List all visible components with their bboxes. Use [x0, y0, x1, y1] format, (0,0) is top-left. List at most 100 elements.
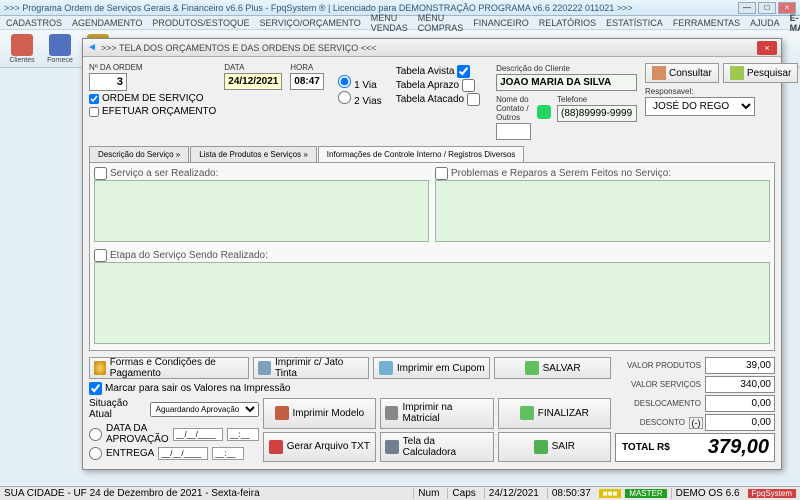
radio-entrega[interactable]: [89, 447, 102, 460]
bottom-section: Formas e Condições de Pagamento Imprimir…: [89, 357, 775, 462]
app-title: >>> Programa Ordem de Serviços Gerais & …: [4, 3, 738, 13]
minimize-button[interactable]: —: [738, 2, 756, 14]
date-label: DATA: [224, 63, 282, 72]
order-dialog: ◄ >>> TELA DOS ORÇAMENTOS E DAS ORDENS D…: [82, 38, 782, 470]
data-aprov-input[interactable]: [173, 428, 223, 441]
menu-cadastros[interactable]: CADASTROS: [6, 18, 62, 28]
menu-vendas[interactable]: MENU VENDAS: [371, 13, 408, 33]
exit-icon: [534, 440, 548, 454]
imprimir-cupom-button[interactable]: Imprimir em Cupom: [373, 357, 490, 379]
window-buttons: — □ ×: [738, 2, 796, 14]
tab-descricao[interactable]: Descrição do Serviço »: [89, 146, 189, 162]
tab-panel: Serviço a ser Realizado: Problemas e Rep…: [89, 163, 775, 351]
menu-email[interactable]: E-MAIL: [790, 13, 800, 33]
whatsapp-icon[interactable]: [537, 105, 551, 119]
tabs: Descrição do Serviço » Lista de Produtos…: [89, 146, 775, 163]
time-input[interactable]: [290, 73, 324, 90]
total-value: 379,00: [674, 436, 772, 459]
contact-label: Nome do Contato / Outros: [496, 95, 531, 122]
data-entrega-input[interactable]: [158, 447, 208, 460]
menu-servico[interactable]: SERVIÇO/ORÇAMENTO: [260, 18, 361, 28]
salvar-button[interactable]: SALVAR: [494, 357, 611, 379]
hora-entrega-input[interactable]: [212, 447, 244, 460]
consultar-button[interactable]: Consultar: [645, 63, 719, 83]
chk-marcar-valores[interactable]: [89, 382, 102, 395]
chk-problemas[interactable]: [435, 167, 448, 180]
formas-pagamento-button[interactable]: Formas e Condições de Pagamento: [89, 357, 249, 379]
dialog-title: >>> TELA DOS ORÇAMENTOS E DAS ORDENS DE …: [101, 43, 757, 53]
printer-icon: [258, 361, 271, 375]
coin-icon: [94, 361, 106, 375]
status-bar-yellow: ■■■: [599, 489, 622, 498]
desconto-sign: (-): [689, 417, 703, 429]
menu-compras[interactable]: MENU COMPRAS: [418, 13, 464, 33]
phone-input[interactable]: [557, 105, 637, 122]
chk-tabela-avista[interactable]: [457, 65, 470, 78]
maximize-button[interactable]: □: [758, 2, 776, 14]
sair-button[interactable]: SAIR: [498, 432, 611, 463]
client-desc-label: Descrição do Cliente: [496, 64, 570, 73]
chk-orcamento[interactable]: [89, 107, 99, 117]
back-icon[interactable]: ◄: [87, 42, 97, 53]
pesquisar-button[interactable]: Pesquisar: [723, 63, 798, 83]
status-demo: DEMO OS 6.6: [671, 488, 744, 499]
client-desc-input[interactable]: [496, 74, 637, 91]
dialog-close-button[interactable]: ×: [757, 41, 777, 55]
radio-data-aprov[interactable]: [89, 428, 102, 441]
menu-estatistica[interactable]: ESTATÍSTICA: [606, 18, 663, 28]
txt-etapa[interactable]: [94, 262, 770, 344]
finalizar-button[interactable]: FINALIZAR: [498, 398, 611, 429]
save-icon: [525, 361, 539, 375]
doc-icon: [275, 406, 289, 420]
status-time: 08:50:37: [547, 488, 595, 499]
chk-servico-realizado[interactable]: [94, 167, 107, 180]
situacao-select[interactable]: Aguardando Aprovação: [150, 402, 259, 417]
radio-2vias[interactable]: [338, 91, 351, 104]
menu-financeiro[interactable]: FINANCEIRO: [473, 18, 529, 28]
printer2-icon: [385, 406, 398, 420]
contact-input[interactable]: [496, 123, 531, 140]
menu-agendamento[interactable]: AGENDAMENTO: [72, 18, 142, 28]
chk-ordem-servico[interactable]: [89, 94, 99, 104]
resp-label: Responsavel:: [645, 87, 775, 96]
txt-icon: [269, 440, 283, 454]
status-left: SUA CIDADE - UF 24 de Dezembro de 2021 -…: [4, 488, 260, 499]
chk-etapa[interactable]: [94, 249, 107, 262]
menu-produtos[interactable]: PRODUTOS/ESTOQUE: [152, 18, 249, 28]
search-icon: [730, 66, 744, 80]
toolbar-fornece[interactable]: Fornece: [42, 34, 78, 64]
check-icon: [520, 406, 534, 420]
valor-desconto: 0,00: [705, 414, 775, 431]
tab-controle[interactable]: Informações de Controle Interno / Regist…: [318, 146, 525, 162]
dialog-body: Nº DA ORDEM ORDEM DE SERVIÇO EFETUAR ORÇ…: [83, 57, 781, 468]
resp-select[interactable]: JOSÉ DO REGO: [645, 97, 755, 116]
txt-servico-realizado[interactable]: [94, 180, 429, 242]
hora-aprov-input[interactable]: [227, 428, 259, 441]
menu-relatorios[interactable]: RELATÓRIOS: [539, 18, 596, 28]
phone-label: Telefone: [557, 95, 637, 104]
imprimir-modelo-button[interactable]: Imprimir Modelo: [263, 398, 376, 429]
order-num-label: Nº DA ORDEM: [89, 63, 216, 72]
txt-problemas[interactable]: [435, 180, 770, 242]
valor-deslocamento: 0,00: [705, 395, 775, 412]
menubar: CADASTROS AGENDAMENTO PRODUTOS/ESTOQUE S…: [0, 16, 800, 30]
dialog-titlebar: ◄ >>> TELA DOS ORÇAMENTOS E DAS ORDENS D…: [83, 39, 781, 57]
gerar-txt-button[interactable]: Gerar Arquivo TXT: [263, 432, 376, 463]
status-master: MASTER: [625, 489, 666, 498]
order-num-input[interactable]: [89, 73, 127, 91]
totals-panel: VALOR PRODUTOS39,00 VALOR SERVIÇOS340,00…: [615, 357, 775, 462]
chk-tabela-atacado[interactable]: [467, 93, 480, 106]
date-input[interactable]: [224, 73, 282, 90]
imprimir-jato-button[interactable]: Imprimir c/ Jato Tinta: [253, 357, 370, 379]
imprimir-matricial-button[interactable]: Imprimir na Matricial: [380, 398, 493, 429]
status-num: Num: [413, 488, 443, 499]
radio-1via[interactable]: [338, 75, 351, 88]
tab-produtos[interactable]: Lista de Produtos e Serviços »: [190, 146, 317, 162]
toolbar-clientes[interactable]: Clientes: [4, 34, 40, 64]
menu-ferramentas[interactable]: FERRAMENTAS: [673, 18, 740, 28]
statusbar: SUA CIDADE - UF 24 de Dezembro de 2021 -…: [0, 486, 800, 500]
header-row: Nº DA ORDEM ORDEM DE SERVIÇO EFETUAR ORÇ…: [89, 63, 775, 140]
calculadora-button[interactable]: Tela da Calculadora: [380, 432, 493, 463]
menu-ajuda[interactable]: AJUDA: [750, 18, 780, 28]
chk-tabela-aprazo[interactable]: [462, 79, 475, 92]
